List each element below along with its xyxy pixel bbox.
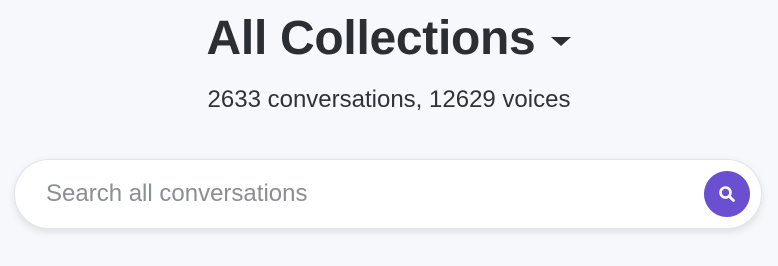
page-title: All Collections bbox=[206, 12, 536, 65]
search-button[interactable] bbox=[704, 171, 750, 217]
search-bar bbox=[14, 159, 762, 229]
caret-down-icon bbox=[551, 36, 572, 46]
search-input[interactable] bbox=[15, 160, 704, 228]
collection-stats: 2633 conversations, 12629 voices bbox=[207, 86, 571, 113]
search-icon bbox=[718, 185, 736, 203]
collections-dropdown[interactable]: All Collections bbox=[0, 8, 778, 70]
